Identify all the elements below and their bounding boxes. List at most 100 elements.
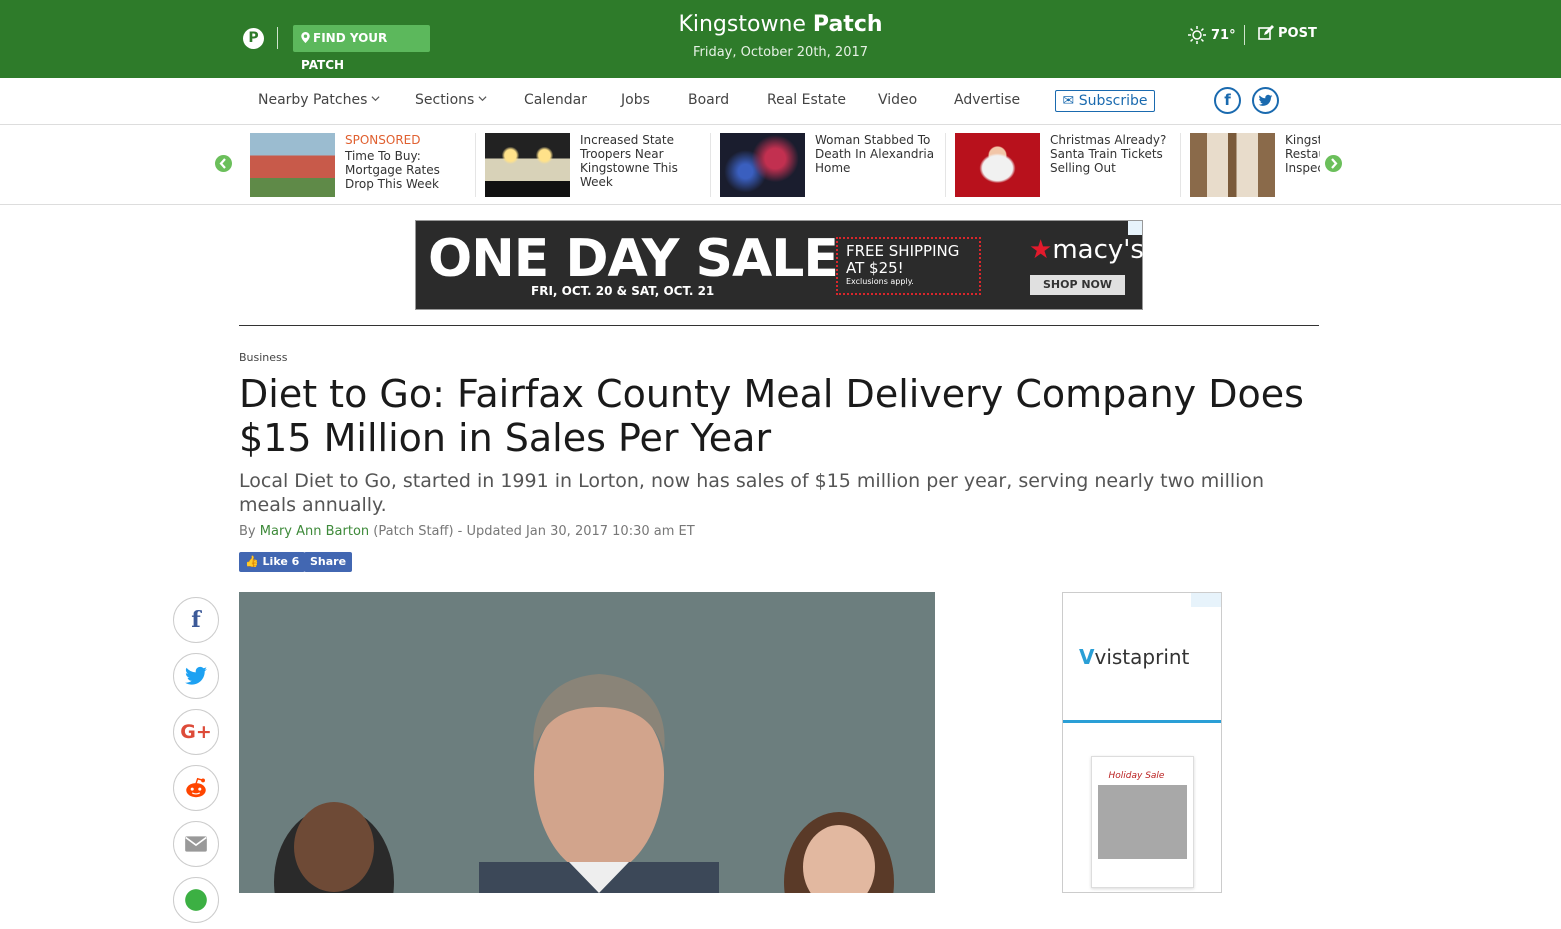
star-icon: ★: [1029, 235, 1053, 265]
carousel-title: Time To Buy: Mortgage Rates Drop This We…: [345, 149, 440, 191]
carousel-divider: [710, 133, 711, 197]
main-nav: Nearby Patches Sections Calendar Jobs Bo…: [0, 78, 1561, 125]
email-icon: [185, 836, 207, 852]
article-headline: Diet to Go: Fairfax County Meal Delivery…: [239, 372, 1304, 460]
carousel-item[interactable]: Kingstowne Restaurant Inspections Octobe…: [1180, 133, 1320, 197]
facebook-share-button[interactable]: Share: [304, 552, 353, 572]
ad-brand-name: macy's: [1052, 235, 1144, 265]
ad-shipping-box: FREE SHIPPING AT $25! Exclusions apply.: [836, 237, 981, 295]
nav-item-calendar[interactable]: Calendar: [524, 92, 587, 108]
twitter-bird-icon: [1258, 94, 1273, 106]
carousel-text: Increased State Troopers Near Kingstowne…: [580, 133, 705, 189]
header-divider: [1244, 25, 1245, 45]
byline-prefix: By: [239, 524, 256, 539]
sun-icon: [1188, 26, 1206, 44]
subscribe-label: Subscribe: [1078, 93, 1148, 109]
carousel-item[interactable]: Christmas Already? Santa Train Tickets S…: [945, 133, 1175, 197]
carousel-title: Kingstowne Restaurant Inspections Octobe…: [1285, 133, 1320, 175]
carousel-title: Woman Stabbed To Death In Alexandria Hom…: [815, 133, 935, 175]
share-email-button[interactable]: [173, 821, 219, 867]
article-byline: By Mary Ann Barton (Patch Staff) - Updat…: [239, 524, 695, 539]
google-plus-icon: G+: [180, 721, 212, 743]
mail-icon: ✉: [1062, 93, 1075, 109]
carousel-item[interactable]: Increased State Troopers Near Kingstowne…: [475, 133, 705, 197]
nav-item-nearby-patches[interactable]: Nearby Patches: [258, 92, 380, 108]
twitter-icon: [185, 666, 207, 685]
facebook-icon[interactable]: f: [1214, 87, 1241, 114]
chevron-right-icon: [1331, 158, 1338, 169]
carousel-divider: [945, 133, 946, 197]
ad-accent-bar: [1063, 720, 1221, 723]
ad-shipping-note: Exclusions apply.: [846, 277, 914, 286]
weather-widget[interactable]: 71°: [1187, 25, 1236, 45]
carousel-divider: [475, 133, 476, 197]
article-category[interactable]: Business: [239, 351, 288, 364]
site-brand: Patch: [812, 12, 883, 37]
sponsored-tag: SPONSORED: [345, 133, 421, 147]
carousel-thumbnail: [250, 133, 335, 197]
nav-item-label: Sections: [415, 92, 475, 108]
nav-item-sections[interactable]: Sections: [415, 92, 487, 108]
chevron-down-icon: [478, 96, 487, 102]
news-carousel: SPONSORED Time To Buy: Mortgage Rates Dro…: [0, 125, 1561, 205]
reddit-icon: [186, 777, 206, 798]
vistaprint-logo: Vvistaprint: [1079, 645, 1189, 669]
ad-headline: ONE DAY SALE: [428, 229, 839, 289]
carousel-text: Kingstowne Restaurant Inspections Octobe…: [1285, 133, 1320, 175]
temperature: 71°: [1211, 27, 1236, 43]
site-title[interactable]: Kingstowne Patch: [0, 12, 1561, 37]
ad-product-card: Holiday Sale: [1091, 756, 1194, 888]
carousel-text: Christmas Already? Santa Train Tickets S…: [1050, 133, 1175, 175]
carousel-item[interactable]: Woman Stabbed To Death In Alexandria Hom…: [710, 133, 940, 197]
carousel-thumbnail: [720, 133, 805, 197]
carousel-thumbnail: [955, 133, 1040, 197]
nav-item-label: Nearby Patches: [258, 92, 368, 108]
adchoices-icon[interactable]: [1128, 221, 1142, 235]
nav-item-video[interactable]: Video: [878, 92, 917, 108]
carousel-title: Christmas Already? Santa Train Tickets S…: [1050, 133, 1167, 175]
byline-details: (Patch Staff) - Updated Jan 30, 2017 10:…: [373, 524, 695, 539]
edit-icon: [1258, 25, 1274, 40]
adchoices-icon[interactable]: [1191, 593, 1221, 607]
post-label: POST: [1278, 25, 1317, 41]
ad-card-title: Holiday Sale: [1108, 771, 1165, 781]
post-button[interactable]: POST: [1258, 25, 1317, 41]
share-reddit-button[interactable]: [173, 765, 219, 811]
author-link[interactable]: Mary Ann Barton: [260, 524, 369, 539]
site-name: Kingstowne: [678, 12, 806, 37]
carousel-item[interactable]: SPONSORED Time To Buy: Mortgage Rates Dro…: [240, 133, 470, 197]
nav-item-jobs[interactable]: Jobs: [621, 92, 650, 108]
carousel-text: SPONSORED Time To Buy: Mortgage Rates Dro…: [345, 133, 470, 191]
facebook-like-button[interactable]: 👍 Like 6: [239, 552, 306, 572]
carousel-thumbnail: [1190, 133, 1275, 197]
article-subhead: Local Diet to Go, started in 1991 in Lor…: [239, 470, 1265, 516]
ad-shop-now-button[interactable]: SHOP NOW: [1030, 275, 1125, 295]
sms-icon: [185, 889, 207, 911]
twitter-icon[interactable]: [1252, 87, 1279, 114]
share-more-button[interactable]: [173, 877, 219, 923]
nav-item-advertise[interactable]: Advertise: [954, 92, 1020, 108]
article-hero-image: [239, 592, 935, 893]
vistaprint-v-icon: V: [1079, 645, 1095, 669]
like-label: Like 6: [262, 555, 300, 568]
ad-brand: ★macy's: [1029, 235, 1144, 265]
share-google-plus-button[interactable]: G+: [173, 709, 219, 755]
nav-item-board[interactable]: Board: [688, 92, 729, 108]
nav-item-real-estate[interactable]: Real Estate: [767, 92, 846, 108]
carousel-divider: [1180, 133, 1181, 197]
chevron-left-icon: [219, 158, 226, 169]
carousel-prev-button[interactable]: [215, 155, 232, 172]
share-facebook-button[interactable]: f: [173, 597, 219, 643]
carousel-track: SPONSORED Time To Buy: Mortgage Rates Dro…: [240, 125, 1320, 205]
carousel-text: Woman Stabbed To Death In Alexandria Hom…: [815, 133, 940, 175]
banner-ad[interactable]: ONE DAY SALE FRI, OCT. 20 & SAT, OCT. 21…: [415, 220, 1144, 310]
site-header: P FIND YOUR PATCH Kingstowne Patch Frida…: [0, 0, 1561, 78]
ad-card-image: [1098, 785, 1187, 859]
facebook-icon: f: [191, 607, 201, 633]
ad-shipping-line1: FREE SHIPPING: [846, 242, 960, 260]
subscribe-button[interactable]: ✉ Subscribe: [1055, 90, 1155, 112]
carousel-next-button[interactable]: [1325, 155, 1342, 172]
side-ad[interactable]: Vvistaprint Holiday Sale: [1062, 592, 1222, 893]
carousel-title: Increased State Troopers Near Kingstowne…: [580, 133, 678, 189]
share-twitter-button[interactable]: [173, 653, 219, 699]
